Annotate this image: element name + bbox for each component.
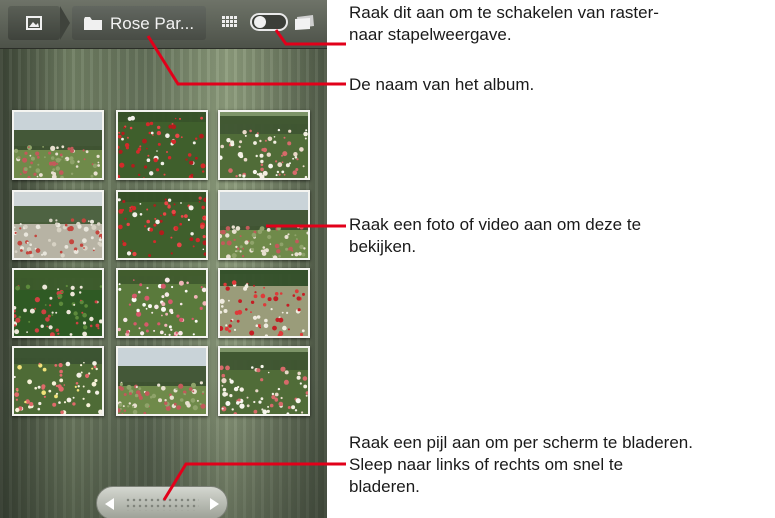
album-name: Rose Par... bbox=[110, 14, 195, 33]
rose-garden-photo[interactable] bbox=[12, 346, 104, 416]
album-breadcrumb[interactable]: Rose Par... bbox=[72, 6, 206, 40]
caption-album: De naam van het album. bbox=[349, 75, 535, 94]
rose-garden-photo[interactable] bbox=[218, 190, 310, 260]
toggle-knob bbox=[254, 16, 266, 28]
picture-icon bbox=[26, 16, 42, 30]
rose-garden-photo[interactable] bbox=[218, 268, 310, 338]
gallery-screen: Rose Par... bbox=[0, 0, 327, 518]
breadcrumb-separator bbox=[60, 6, 70, 40]
caption-photo: Raak een foto of video aan om deze te bek… bbox=[349, 215, 642, 256]
rose-garden-photo[interactable] bbox=[116, 346, 208, 416]
rose-garden-photo[interactable] bbox=[218, 110, 310, 180]
rose-garden-photo[interactable] bbox=[12, 268, 104, 338]
rose-garden-photo[interactable] bbox=[12, 190, 104, 260]
scroll-control[interactable] bbox=[96, 486, 228, 518]
rose-garden-photo[interactable] bbox=[116, 190, 208, 260]
rose-garden-photo[interactable] bbox=[116, 110, 208, 180]
caption-toggle: Raak dit aan om te schakelen van raster-… bbox=[349, 3, 659, 44]
arrow-left-icon[interactable] bbox=[105, 498, 115, 510]
rose-garden-photo[interactable] bbox=[218, 346, 310, 416]
view-mode-toggle[interactable] bbox=[250, 13, 288, 31]
gallery-home-button[interactable] bbox=[8, 6, 60, 40]
folder-icon bbox=[84, 17, 102, 30]
rose-garden-photo[interactable] bbox=[116, 268, 208, 338]
arrow-right-icon[interactable] bbox=[209, 498, 219, 510]
action-bar: Rose Par... bbox=[0, 0, 327, 49]
caption-scroll: Raak een pijl aan om per scherm te blade… bbox=[349, 433, 693, 496]
rose-garden-photo[interactable] bbox=[12, 110, 104, 180]
scroll-thumb[interactable] bbox=[125, 497, 199, 511]
grid-view-icon[interactable] bbox=[222, 16, 238, 28]
stack-view-icon[interactable] bbox=[294, 14, 316, 30]
